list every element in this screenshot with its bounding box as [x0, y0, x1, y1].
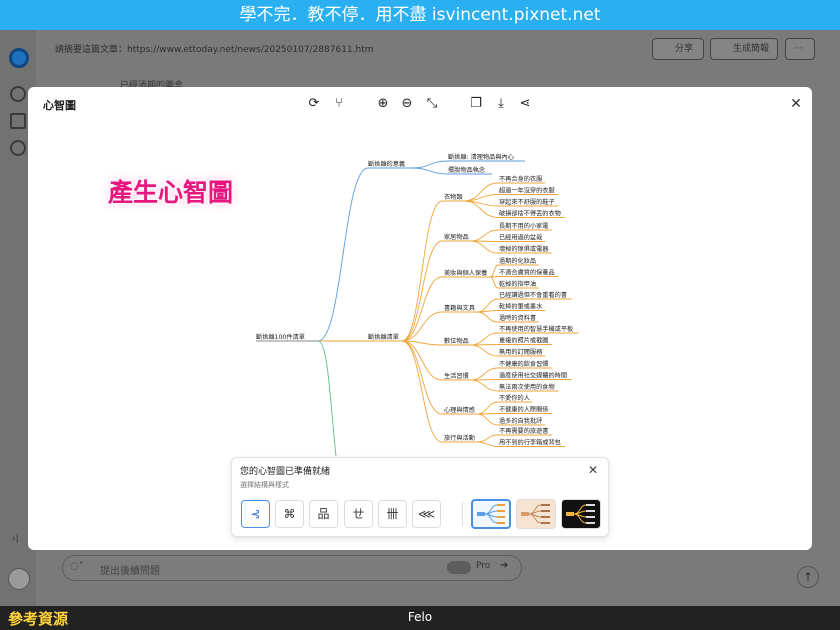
- more-button[interactable]: ···: [785, 38, 815, 60]
- theme-dark[interactable]: [561, 499, 601, 529]
- layout-option-org[interactable]: 品: [309, 500, 338, 528]
- share-button-label: 分享: [675, 44, 694, 54]
- layout-option-both[interactable]: ⌘: [275, 500, 304, 528]
- zoom-out-icon[interactable]: ⊖: [399, 96, 415, 112]
- panel-subtitle: 選擇結構與樣式: [240, 481, 289, 489]
- expand-sidebar-icon[interactable]: ›|: [12, 534, 19, 544]
- new-chat-icon[interactable]: [10, 86, 26, 102]
- close-icon[interactable]: ✕: [788, 96, 804, 112]
- branch-icon[interactable]: ⑂: [331, 96, 347, 112]
- layout-option-right[interactable]: ⊰: [241, 500, 270, 528]
- bookmark-icon[interactable]: [10, 113, 26, 129]
- generate-slides-label: 生成簡報: [733, 44, 770, 54]
- followup-input-placeholder[interactable]: 提出後續問題: [100, 562, 160, 577]
- query-text: 請摘要這篇文章：https://www.ettoday.net/news/202…: [55, 45, 374, 55]
- panel-title: 您的心智圖已準備就緒: [240, 467, 331, 477]
- zoom-in-icon[interactable]: ⊕: [375, 96, 391, 112]
- modal-title: 心智圖: [43, 99, 76, 112]
- layout-option-timeline[interactable]: ⋘: [412, 500, 441, 528]
- history-icon[interactable]: [10, 140, 26, 156]
- scroll-up-icon[interactable]: ↑: [797, 566, 819, 588]
- share-icon[interactable]: ⋖: [517, 96, 533, 112]
- theme-peach[interactable]: [516, 499, 556, 529]
- download-icon[interactable]: ⤓: [493, 96, 509, 112]
- blog-watermark-banner: 學不完．教不停．用不盡 isvincent.pixnet.net: [0, 0, 840, 30]
- panel-divider: [462, 502, 463, 526]
- pro-label: Pro: [476, 561, 491, 571]
- theme-light-blue[interactable]: [471, 499, 511, 529]
- more-label: ···: [794, 44, 803, 54]
- avatar[interactable]: [8, 568, 30, 590]
- generate-slides-button[interactable]: 生成簡報: [710, 38, 778, 60]
- layout-option-tree[interactable]: ㄝ: [344, 500, 373, 528]
- share-button[interactable]: 分享: [652, 38, 704, 60]
- copy-icon[interactable]: ❐: [468, 96, 484, 112]
- chat-mode-icon[interactable]: ◌˅: [70, 561, 84, 572]
- pro-toggle[interactable]: [447, 561, 471, 574]
- panel-close-icon[interactable]: ✕: [586, 463, 600, 477]
- send-icon[interactable]: ➔: [500, 560, 508, 571]
- fit-screen-icon[interactable]: ⤡: [424, 96, 440, 112]
- app-logo-icon[interactable]: [9, 48, 29, 68]
- footer-center-label: Felo: [407, 610, 433, 624]
- layout-option-fishbone[interactable]: 卌: [378, 500, 407, 528]
- overlay-caption: 產生心智圖: [108, 178, 234, 207]
- refresh-icon[interactable]: ⟳: [306, 96, 322, 112]
